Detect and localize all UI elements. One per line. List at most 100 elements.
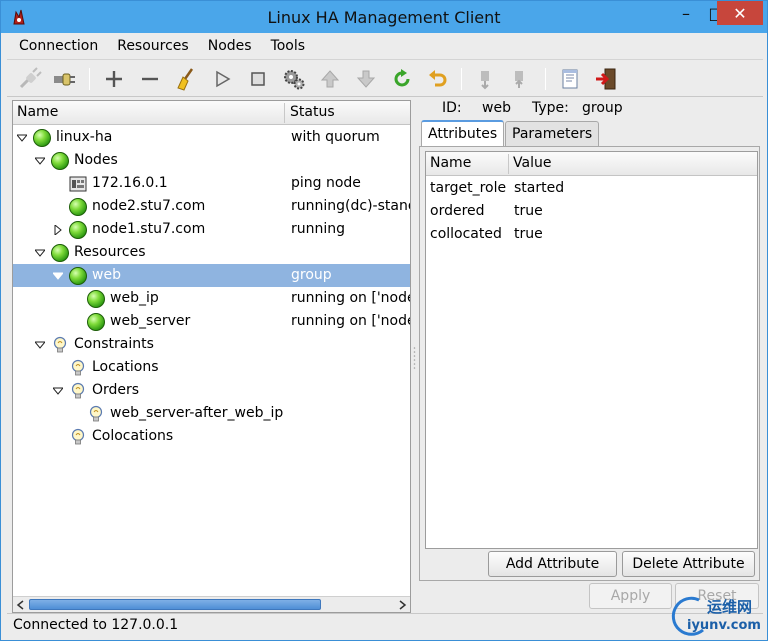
- exit-icon[interactable]: [593, 66, 619, 92]
- tree-row[interactable]: Locations: [13, 356, 410, 379]
- disconnect-icon[interactable]: [51, 66, 77, 92]
- stop-icon[interactable]: [245, 66, 271, 92]
- menu-resources[interactable]: Resources: [105, 34, 196, 58]
- status-ok-icon: [33, 129, 51, 147]
- column-divider[interactable]: [284, 103, 285, 123]
- attribute-value: started: [514, 180, 565, 196]
- lightbulb-icon: [71, 382, 85, 399]
- id-value: web: [482, 100, 511, 116]
- horizontal-scrollbar[interactable]: [13, 596, 410, 612]
- scrollbar-thumb[interactable]: [29, 599, 321, 610]
- cleanup-broom-icon[interactable]: [173, 66, 199, 92]
- title-bar: Linux HA Management Client – □ ✕: [1, 1, 767, 33]
- type-label: Type:: [532, 100, 569, 116]
- connect-icon[interactable]: [17, 66, 43, 92]
- menu-bar: Connection Resources Nodes Tools: [7, 34, 763, 58]
- ping-node-icon: [69, 176, 87, 192]
- minimize-button[interactable]: –: [671, 1, 701, 25]
- gears-icon[interactable]: [281, 66, 307, 92]
- tree-row[interactable]: web group: [13, 264, 410, 287]
- status-ok-icon: [69, 198, 87, 216]
- view-document-icon[interactable]: [557, 66, 583, 92]
- tree-row[interactable]: node2.stu7.com running(dc)-standby: [13, 195, 410, 218]
- tab-attributes[interactable]: Attributes: [421, 120, 505, 147]
- tree-row[interactable]: Nodes: [13, 149, 410, 172]
- attribute-name: target_role: [430, 180, 507, 196]
- move-down-icon[interactable]: [353, 66, 379, 92]
- expander-down-icon[interactable]: [35, 156, 45, 166]
- tree-row[interactable]: 172.16.0.1 ping node: [13, 172, 410, 195]
- attributes-table: Name Value target_role started ordered true…: [425, 151, 758, 549]
- window-title: Linux HA Management Client: [267, 8, 501, 27]
- tree-row-label: web: [92, 267, 121, 283]
- menu-connection[interactable]: Connection: [7, 34, 105, 58]
- tree-row-status: with quorum: [291, 129, 380, 145]
- add-icon[interactable]: [101, 66, 127, 92]
- attribute-row[interactable]: target_role started: [426, 177, 757, 200]
- tree-row[interactable]: linux-ha with quorum: [13, 126, 410, 149]
- column-header-name[interactable]: Name: [430, 155, 471, 171]
- active-icon[interactable]: [507, 66, 533, 92]
- delete-attribute-button[interactable]: Delete Attribute: [622, 551, 755, 577]
- lightbulb-icon: [71, 428, 85, 445]
- cluster-tree-pane: Name Status linux-ha with quorum Nodes 172.…: [12, 100, 411, 613]
- status-bar: Connected to 127.0.0.1: [7, 613, 763, 635]
- remove-icon[interactable]: [137, 66, 163, 92]
- tree-row-status: running on ['node1.stu7.com']: [291, 290, 410, 306]
- menu-nodes[interactable]: Nodes: [196, 34, 259, 58]
- tab-parameters[interactable]: Parameters: [505, 121, 600, 147]
- pane-splitter[interactable]: [412, 100, 417, 613]
- watermark-text: 运维网: [707, 598, 753, 616]
- attribute-row[interactable]: collocated true: [426, 223, 757, 246]
- scroll-right-icon[interactable]: [395, 598, 409, 612]
- tree-row-status: group: [291, 267, 332, 283]
- tree-row[interactable]: Constraints: [13, 333, 410, 356]
- add-attribute-button[interactable]: Add Attribute: [488, 551, 617, 577]
- status-ok-icon: [87, 313, 105, 331]
- column-divider[interactable]: [508, 154, 509, 174]
- tree-row[interactable]: web_server-after_web_ip: [13, 402, 410, 425]
- tree-row-label: web_server-after_web_ip: [110, 405, 284, 421]
- attribute-row[interactable]: ordered true: [426, 200, 757, 223]
- attribute-value: true: [514, 203, 543, 219]
- id-label: ID:: [442, 100, 462, 116]
- attributes-table-header: Name Value: [426, 152, 757, 176]
- expander-down-icon[interactable]: [35, 340, 45, 350]
- expander-down-icon[interactable]: [53, 271, 63, 281]
- menu-tools[interactable]: Tools: [259, 34, 313, 58]
- attributes-panel: Name Value target_role started ordered true…: [419, 146, 760, 581]
- tree-row[interactable]: web_ip running on ['node1.stu7.com']: [13, 287, 410, 310]
- start-icon[interactable]: [209, 66, 235, 92]
- tree-row-label: web_ip: [110, 290, 159, 306]
- expander-down-icon[interactable]: [35, 248, 45, 258]
- undo-icon[interactable]: [425, 66, 451, 92]
- toolbar-separator: [461, 68, 462, 90]
- lightbulb-icon: [89, 405, 103, 422]
- expander-right-icon[interactable]: [53, 225, 63, 235]
- tree-row-label: web_server: [110, 313, 191, 329]
- close-button[interactable]: ✕: [717, 1, 763, 25]
- tree-row-label: Colocations: [92, 428, 174, 444]
- expander-down-icon[interactable]: [53, 386, 63, 396]
- column-header-value[interactable]: Value: [513, 155, 551, 171]
- expander-down-icon[interactable]: [17, 133, 27, 143]
- tree-row-label: Orders: [92, 382, 140, 398]
- column-header-status[interactable]: Status: [290, 104, 335, 120]
- tree-row[interactable]: Resources: [13, 241, 410, 264]
- move-up-icon[interactable]: [317, 66, 343, 92]
- tree-row[interactable]: node1.stu7.com running: [13, 218, 410, 241]
- tree-row[interactable]: web_server running on ['node1.stu7.com']: [13, 310, 410, 333]
- standby-icon[interactable]: [473, 66, 499, 92]
- tree-row-status: running: [291, 221, 346, 237]
- toolbar: [7, 59, 763, 97]
- site-watermark: 运维网 iyunv.com: [669, 594, 765, 638]
- refresh-icon[interactable]: [389, 66, 415, 92]
- apply-button[interactable]: Apply: [589, 583, 672, 609]
- tree-row[interactable]: Colocations: [13, 425, 410, 448]
- column-header-name[interactable]: Name: [17, 104, 58, 120]
- tree-row[interactable]: Orders: [13, 379, 410, 402]
- lightbulb-icon: [71, 359, 85, 376]
- tree-row-status: ping node: [291, 175, 361, 191]
- tree-row-status: running(dc)-standby: [291, 198, 410, 214]
- scroll-left-icon[interactable]: [14, 598, 28, 612]
